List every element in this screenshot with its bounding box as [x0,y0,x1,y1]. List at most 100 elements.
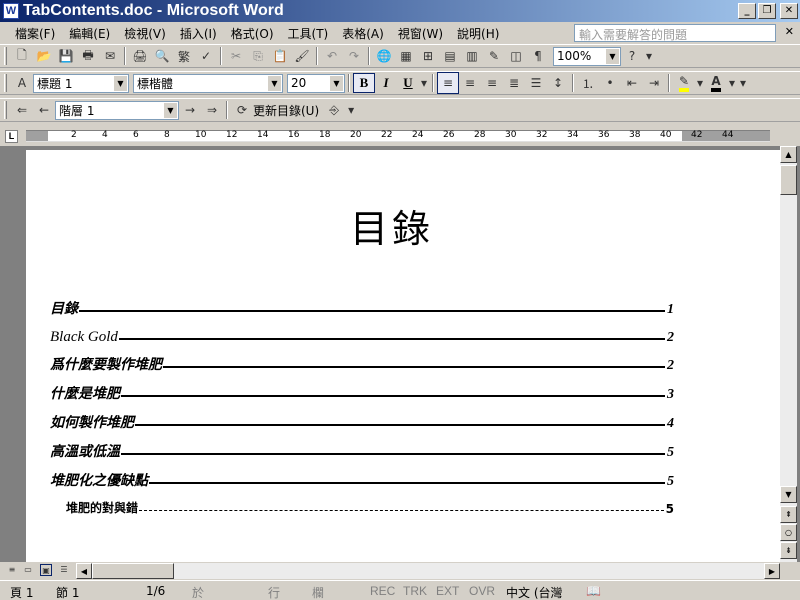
font-color-icon[interactable]: A [705,72,727,94]
drawing-icon[interactable]: ✎ [483,45,505,67]
goto-toc-icon[interactable]: ⎆ [323,99,345,121]
toc-entry[interactable]: 堆肥化之優缺點 5 [50,470,674,490]
menu-format[interactable]: 格式(O) [224,25,281,42]
menu-view[interactable]: 檢視(V) [117,25,173,42]
chevron-down-icon[interactable]: ▾ [419,72,429,94]
chevron-down-icon[interactable]: ▾ [695,72,705,94]
bold-button[interactable]: B [353,73,375,93]
toolbar-options-icon[interactable]: ▾ [345,99,357,121]
toc-entry[interactable]: 高溫或低溫 5 [50,441,674,461]
status-ovr[interactable]: OVR [469,584,495,598]
scroll-up-icon[interactable]: ▲ [780,146,797,163]
toc-entry[interactable]: 什麼是堆肥 3 [50,383,674,403]
toc-entry[interactable]: 目錄 1 [50,298,674,318]
help-question-input[interactable]: 輸入需要解答的問題 [574,24,776,42]
open-folder-icon[interactable]: 📂 [33,45,55,67]
scroll-down-icon[interactable]: ▼ [780,486,797,503]
bullets-icon[interactable]: • [599,72,621,94]
increase-indent-icon[interactable]: ⇥ [643,72,665,94]
document-page[interactable]: 目錄 目錄 1 Black Gold 2 爲什麼要製作堆肥 2 什麼是堆肥 3 如何製作堆肥 4 高… [26,150,780,562]
italic-button[interactable]: I [375,73,397,93]
close-button[interactable]: ✕ [780,3,798,19]
print-icon[interactable]: 🖨 [129,45,151,67]
browse-object-icon[interactable]: ○ [780,524,797,541]
status-rec[interactable]: REC [370,584,395,598]
cut-icon[interactable]: ✂ [225,45,247,67]
chevron-down-icon[interactable]: ▼ [606,48,619,64]
insert-table-icon[interactable]: ⊞ [417,45,439,67]
highlight-icon[interactable]: ✎ [673,72,695,94]
toolbar-options-icon[interactable]: ▾ [737,72,749,94]
scroll-left-icon[interactable]: ◀ [76,563,92,579]
redo-icon[interactable]: ↷ [343,45,365,67]
align-center-icon[interactable]: ≡ [459,72,481,94]
print-layout-icon[interactable]: ▣ [40,564,52,576]
hyperlink-icon[interactable]: 🌐 [373,45,395,67]
status-ext[interactable]: EXT [436,584,459,598]
styles-formatting-icon[interactable]: A [11,72,33,94]
menu-edit[interactable]: 編輯(E) [62,25,117,42]
menu-table[interactable]: 表格(A) [335,25,391,42]
paste-icon[interactable]: 📋 [269,45,291,67]
align-right-icon[interactable]: ≡ [481,72,503,94]
traditional-chinese-icon[interactable]: 繁 [173,45,195,67]
style-select[interactable]: 標題 1 ▼ [33,73,129,93]
vertical-scroll-thumb[interactable] [780,165,797,195]
previous-page-icon[interactable]: ⇞ [780,506,797,523]
toolbar-options-icon[interactable]: ▾ [643,45,655,67]
right-arrow-icon[interactable]: → [179,99,201,121]
update-toc-button[interactable]: 更新目錄(U) [253,102,319,119]
menu-window[interactable]: 視窗(W) [391,25,450,42]
chevron-down-icon[interactable]: ▼ [114,75,127,91]
align-left-icon[interactable]: ≡ [437,72,459,94]
toolbar-grip[interactable] [4,74,7,92]
undo-icon[interactable]: ↶ [321,45,343,67]
permission-icon[interactable]: 🖶 [77,45,99,67]
font-size-select[interactable]: 20 ▼ [287,73,345,93]
save-icon[interactable]: 💾 [55,45,77,67]
left-arrow-icon[interactable]: ← [33,99,55,121]
update-toc-icon[interactable]: ⟳ [231,99,253,121]
minimize-button[interactable]: _ [738,3,756,19]
toolbar-grip[interactable] [4,47,7,65]
decrease-indent-icon[interactable]: ⇤ [621,72,643,94]
chevron-down-icon[interactable]: ▾ [727,72,737,94]
toc-entry[interactable]: 爲什麼要製作堆肥 2 [50,354,674,374]
promote-arrow-icon[interactable]: ⇐ [11,99,33,121]
font-select[interactable]: 標楷體 ▼ [133,73,283,93]
document-map-icon[interactable]: ◫ [505,45,527,67]
justify-icon[interactable]: ≣ [503,72,525,94]
horizontal-scrollbar[interactable]: ◀ ▶ [76,563,780,579]
chevron-down-icon[interactable]: ▼ [164,102,177,118]
web-layout-icon[interactable]: ▭ [22,564,34,576]
outline-view-icon[interactable]: ☰ [58,564,70,576]
spelling-status-icon[interactable]: 📖 [586,584,601,598]
new-document-icon[interactable]: 🗋 [11,45,33,67]
toc-entry[interactable]: 堆肥的對與錯 5 [66,496,674,516]
status-trk[interactable]: TRK [403,584,427,598]
close-document-button[interactable]: ✕ [785,25,794,38]
print-preview-icon[interactable]: 🔍 [151,45,173,67]
horizontal-ruler[interactable]: 2 4 6 8 10 12 14 16 18 20 22 24 26 28 30 32 34 36 38 40 42 44 [26,130,770,142]
outline-level-select[interactable]: 階層 1 ▼ [55,100,179,120]
restore-button[interactable]: ❐ [758,3,776,19]
toolbar-grip[interactable] [4,101,7,119]
spelling-icon[interactable]: ✓ [195,45,217,67]
insert-excel-icon[interactable]: ▤ [439,45,461,67]
menu-insert[interactable]: 插入(I) [173,25,224,42]
line-spacing-icon[interactable]: ↕ [547,72,569,94]
menu-file[interactable]: 檔案(F) [8,25,62,42]
copy-icon[interactable]: ⎘ [247,45,269,67]
tab-selector-icon[interactable]: L [5,130,18,143]
word-document-icon[interactable]: W [3,3,19,19]
numbering-icon[interactable]: ⒈ [577,72,599,94]
distributed-icon[interactable]: ☰ [525,72,547,94]
toc-entry[interactable]: 如何製作堆肥 4 [50,412,674,432]
tables-borders-icon[interactable]: ▦ [395,45,417,67]
toc-entry[interactable]: Black Gold 2 [50,326,674,346]
menu-tools[interactable]: 工具(T) [281,25,336,42]
scroll-right-icon[interactable]: ▶ [764,563,780,579]
email-icon[interactable]: ✉ [99,45,121,67]
next-page-icon[interactable]: ⇟ [780,542,797,559]
format-painter-icon[interactable]: 🖌 [291,45,313,67]
